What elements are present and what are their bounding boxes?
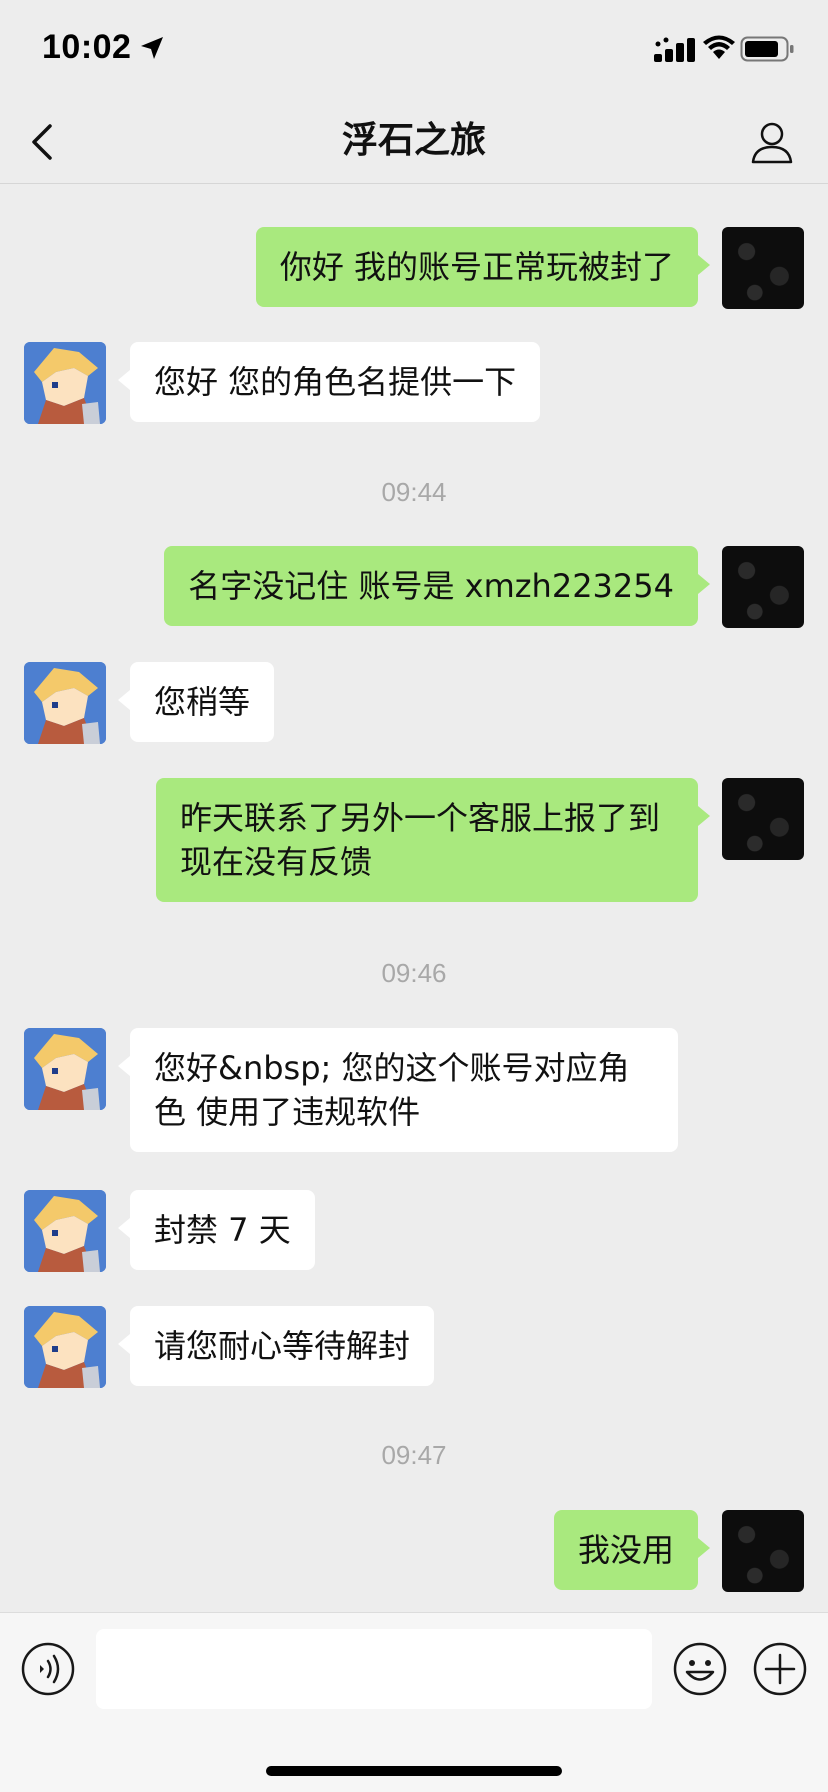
service-avatar[interactable] (24, 342, 106, 424)
pixel-hero-avatar-icon (24, 342, 106, 424)
battery-icon (740, 36, 794, 62)
nav-bar: 浮石之旅 (0, 100, 828, 184)
my-avatar[interactable] (722, 227, 804, 309)
timestamp: 09:44 (381, 477, 447, 507)
service-avatar[interactable] (24, 1306, 106, 1388)
chat-title: 浮石之旅 (341, 120, 486, 161)
emoji-icon[interactable] (672, 1641, 728, 1697)
my-message-bubble[interactable]: 你好 我的账号正常玩被封了 (255, 227, 711, 307)
my-avatar[interactable] (722, 778, 804, 860)
my-avatar[interactable] (722, 546, 804, 628)
service-message-bubble[interactable]: 封禁 7 天 (118, 1190, 315, 1270)
home-indicator[interactable] (266, 1766, 562, 1776)
status-time: 10:02 (42, 28, 132, 66)
my-message-bubble[interactable]: 昨天联系了另外一个客服上报了到现在没有反馈 (156, 778, 710, 902)
my-message-bubble[interactable]: 我没用 (553, 1510, 711, 1590)
service-avatar[interactable] (24, 662, 106, 744)
pixel-hero-avatar-icon (24, 662, 106, 744)
pixel-hero-avatar-icon (24, 1028, 106, 1110)
pixel-hero-avatar-icon (24, 1190, 106, 1272)
service-message-bubble[interactable]: 您稍等 (117, 662, 275, 742)
service-message-bubble[interactable]: 您好 您的角色名提供一下 (117, 342, 541, 422)
plus-icon[interactable] (752, 1641, 808, 1697)
wifi-icon (703, 35, 735, 59)
pixel-hero-avatar-icon (24, 1306, 106, 1388)
service-message-bubble[interactable]: 请您耐心等待解封 (117, 1306, 435, 1386)
location-arrow-icon (141, 37, 163, 59)
signal-icon (654, 37, 695, 62)
status-bar: 10:02 (0, 0, 828, 100)
input-bar (0, 1612, 828, 1792)
timestamp: 09:47 (381, 1440, 447, 1470)
voice-icon[interactable] (20, 1641, 76, 1697)
service-message-bubble[interactable]: 您好&nbsp; 您的这个账号对应角色 使用了违规软件 (118, 1028, 678, 1152)
timestamp: 09:46 (381, 958, 447, 988)
my-avatar[interactable] (722, 1510, 804, 1592)
chat-screen: 10:02 浮石之旅 你好 我的账号正常玩被封了 您好 您的角色名提供一下 09… (0, 0, 828, 1792)
service-avatar[interactable] (24, 1028, 106, 1110)
my-message-bubble[interactable]: 名字没记住 账号是 xmzh223254 (164, 546, 710, 626)
service-avatar[interactable] (24, 1190, 106, 1272)
message-input[interactable] (96, 1629, 652, 1709)
profile-icon[interactable] (748, 118, 796, 166)
